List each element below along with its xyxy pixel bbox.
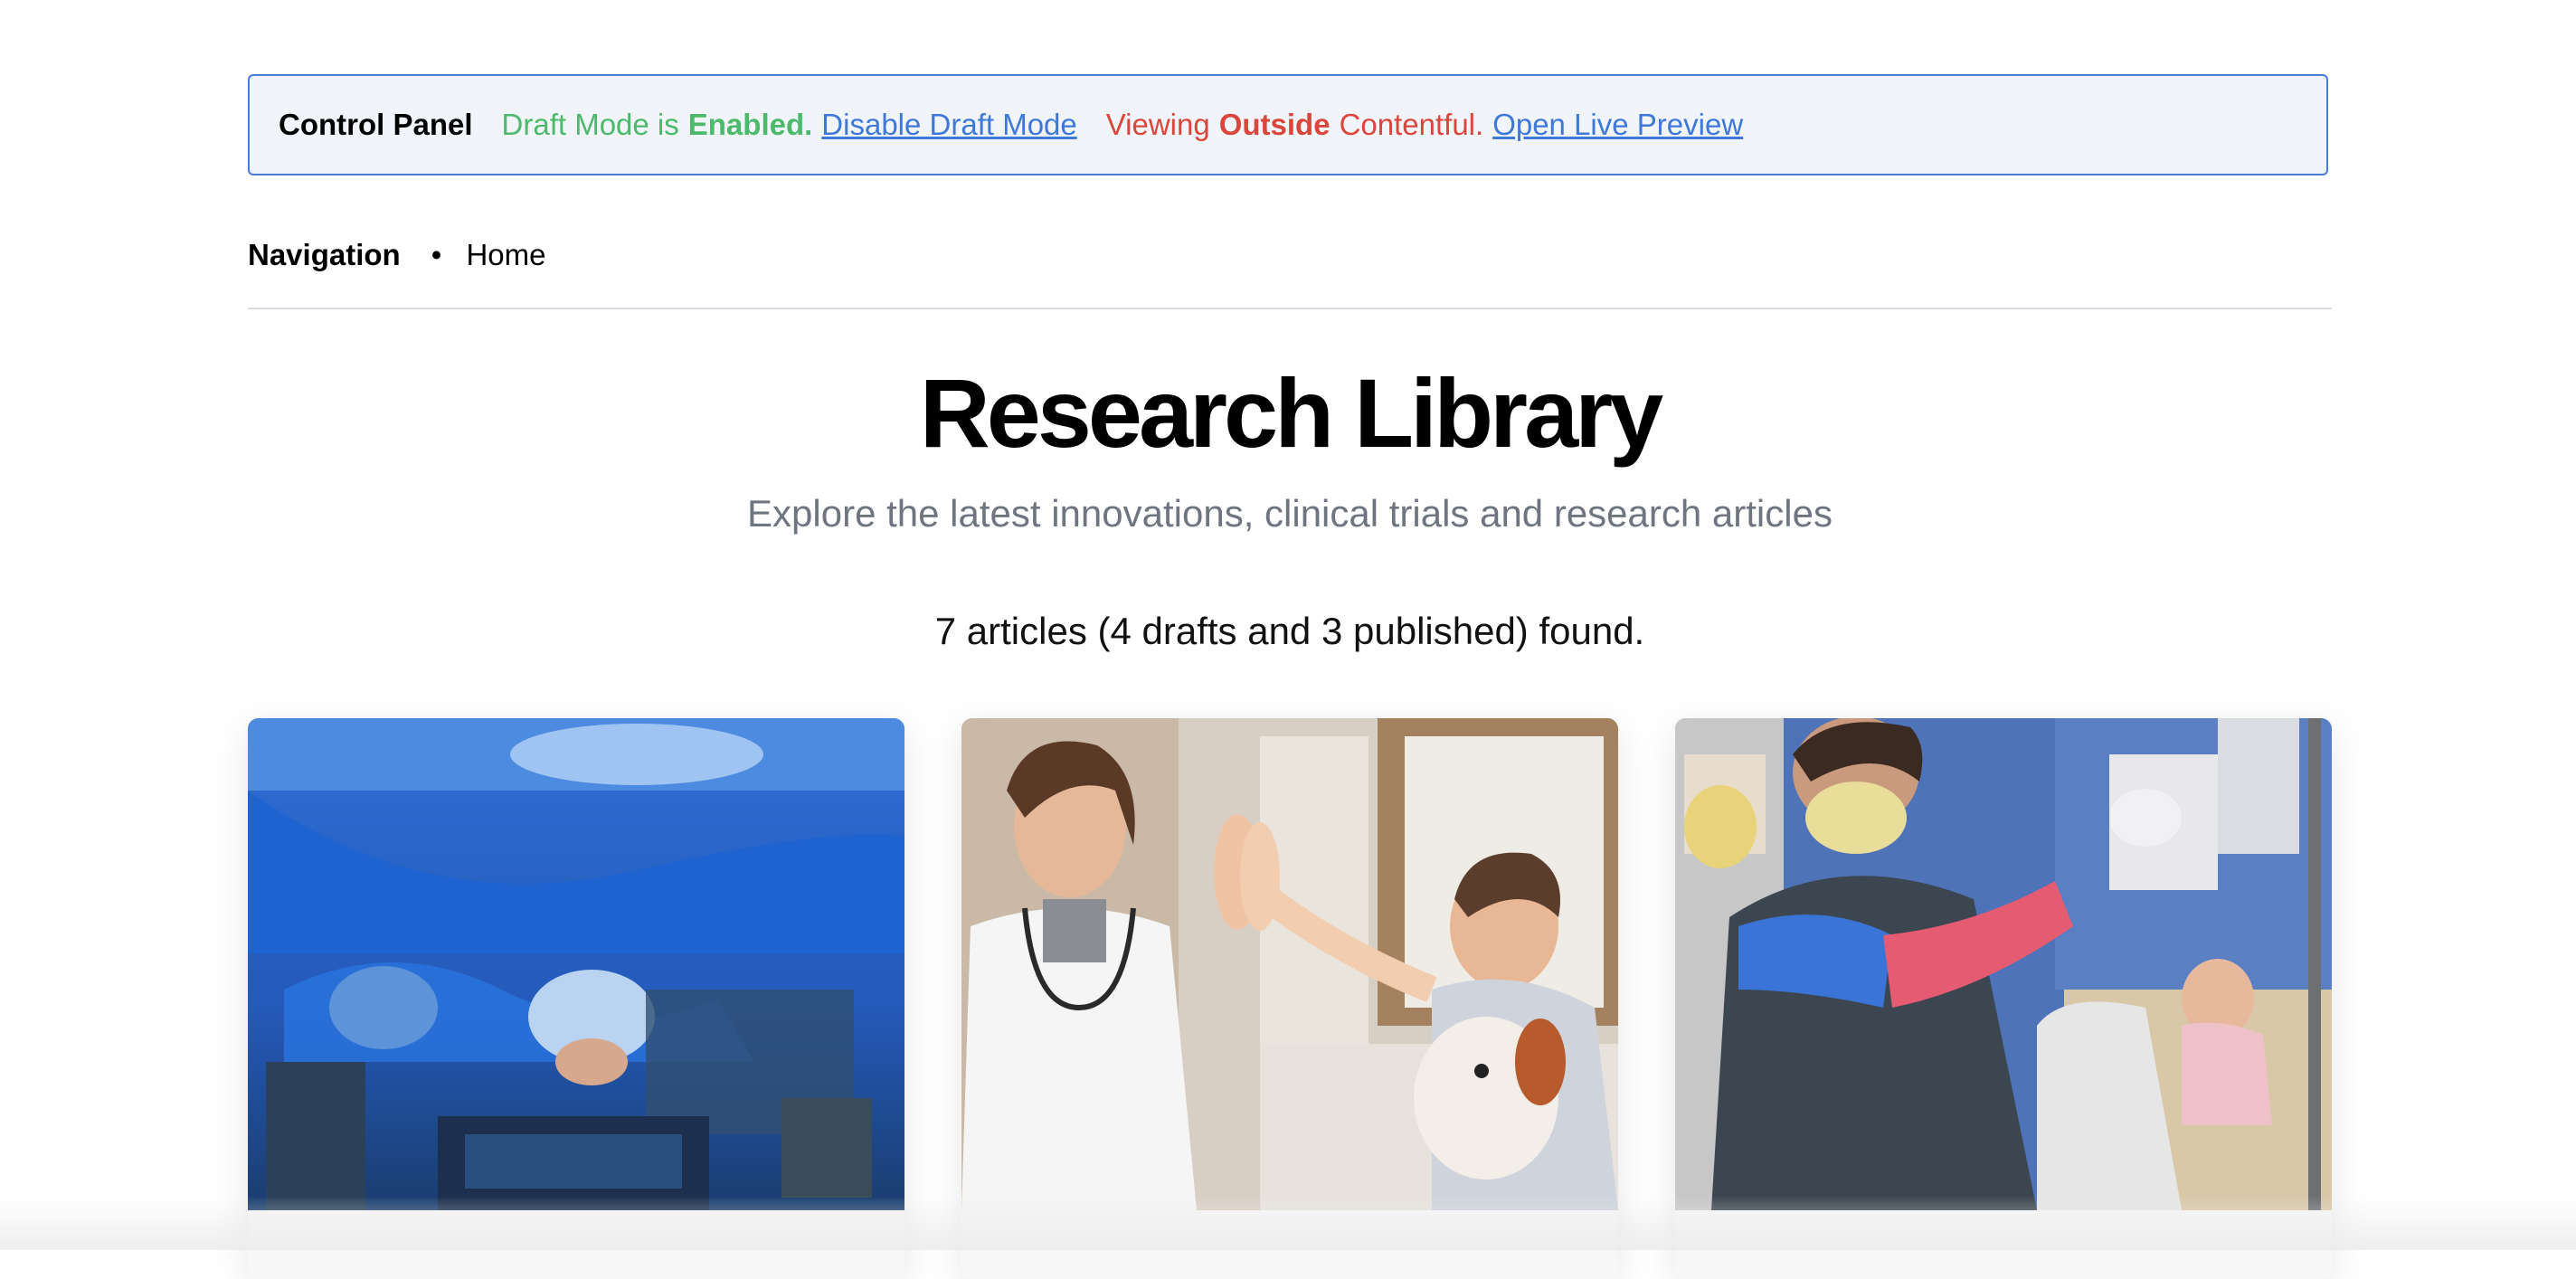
navigation-list: Home — [431, 235, 545, 275]
viewing-state: Outside — [1218, 108, 1331, 141]
page-subtitle: Explore the latest innovations, clinical… — [747, 492, 1833, 535]
article-grid — [248, 718, 2332, 1279]
navigation-bar: Navigation Home — [248, 235, 2332, 309]
article-card-3[interactable] — [1675, 718, 2332, 1279]
open-live-preview-link[interactable]: Open Live Preview — [1492, 108, 1743, 142]
control-panel: Control Panel Draft Mode is Enabled. Disa… — [248, 74, 2328, 175]
nav-item-home: Home — [431, 235, 545, 275]
disable-draft-mode-link[interactable]: Disable Draft Mode — [821, 108, 1076, 142]
viewing-status: Viewing Outside Contentful. — [1106, 108, 1483, 142]
article-count: 7 articles (4 drafts and 3 published) fo… — [934, 610, 1645, 652]
doctor-child-high-five-photo — [961, 718, 1618, 1210]
draft-mode-state: Enabled. — [687, 108, 813, 141]
draft-mode-status: Draft Mode is Enabled. — [502, 108, 813, 142]
page-title: Research Library — [919, 358, 1663, 468]
article-card-3-body — [1675, 1210, 2332, 1279]
draft-mode-prefix: Draft Mode is — [501, 108, 679, 141]
navigation-title: Navigation — [248, 238, 401, 271]
nurse-iv-pump-hospital-photo — [1675, 718, 2332, 1210]
article-card-2[interactable] — [961, 718, 1618, 1279]
article-card-2-body — [961, 1210, 1618, 1279]
nav-link-home[interactable]: Home — [466, 238, 545, 271]
viewing-suffix: Contentful. — [1339, 108, 1484, 141]
article-card-1[interactable] — [248, 718, 904, 1279]
surgeons-operating-room-photo — [248, 718, 904, 1210]
article-card-1-body — [248, 1210, 904, 1279]
control-panel-title: Control Panel — [279, 108, 473, 141]
viewing-prefix: Viewing — [1105, 108, 1210, 141]
